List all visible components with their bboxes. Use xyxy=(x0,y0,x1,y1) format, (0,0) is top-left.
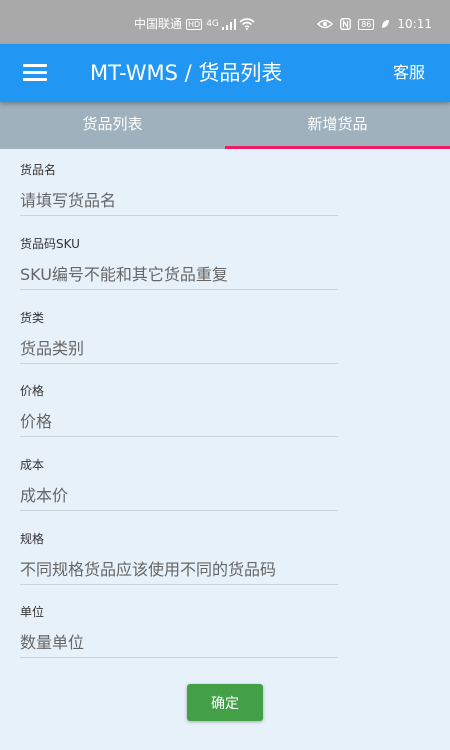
menu-icon[interactable] xyxy=(23,64,47,82)
category-label: 货类 xyxy=(20,311,45,325)
confirm-button[interactable]: 确定 xyxy=(187,684,263,721)
spec-input[interactable] xyxy=(20,554,338,585)
status-right-group: 86 10:11 xyxy=(317,17,432,31)
nfc-icon xyxy=(340,18,352,30)
tab-product-list[interactable]: 货品列表 xyxy=(0,102,225,149)
tab-bar: 货品列表 新增货品 xyxy=(0,102,450,149)
signal-icon: 4G xyxy=(206,19,219,29)
app-title: MT-WMS / 货品列表 xyxy=(90,61,283,85)
tab-indicator xyxy=(225,146,450,149)
unit-input[interactable] xyxy=(20,627,338,658)
sku-input[interactable] xyxy=(20,259,338,290)
price-label: 价格 xyxy=(20,384,45,398)
status-carrier-group: 中国联通 HD 4G xyxy=(134,17,255,31)
price-input[interactable] xyxy=(20,406,338,437)
carrier-name: 中国联通 xyxy=(134,17,183,31)
hd-badge: HD xyxy=(186,18,203,30)
customer-service-button[interactable]: 客服 xyxy=(393,62,425,84)
wifi-icon xyxy=(239,18,255,30)
tab-add-product[interactable]: 新增货品 xyxy=(225,102,450,149)
cost-label: 成本 xyxy=(20,458,45,472)
product-name-label: 货品名 xyxy=(20,163,57,177)
unit-label: 单位 xyxy=(20,605,45,619)
sku-label: 货品码SKU xyxy=(20,237,80,251)
status-time: 10:11 xyxy=(397,17,432,31)
spec-label: 规格 xyxy=(20,532,45,546)
cost-input[interactable] xyxy=(20,480,338,511)
battery-icon: 86 xyxy=(358,18,375,30)
signal-bars-icon xyxy=(221,18,236,30)
product-name-input[interactable] xyxy=(20,185,338,216)
leaf-icon xyxy=(382,20,390,28)
app-bar: MT-WMS / 货品列表 客服 xyxy=(0,44,450,102)
status-bar: 中国联通 HD 4G 86 10:11 xyxy=(0,0,450,44)
category-input[interactable] xyxy=(20,333,338,364)
eye-icon xyxy=(317,19,334,29)
